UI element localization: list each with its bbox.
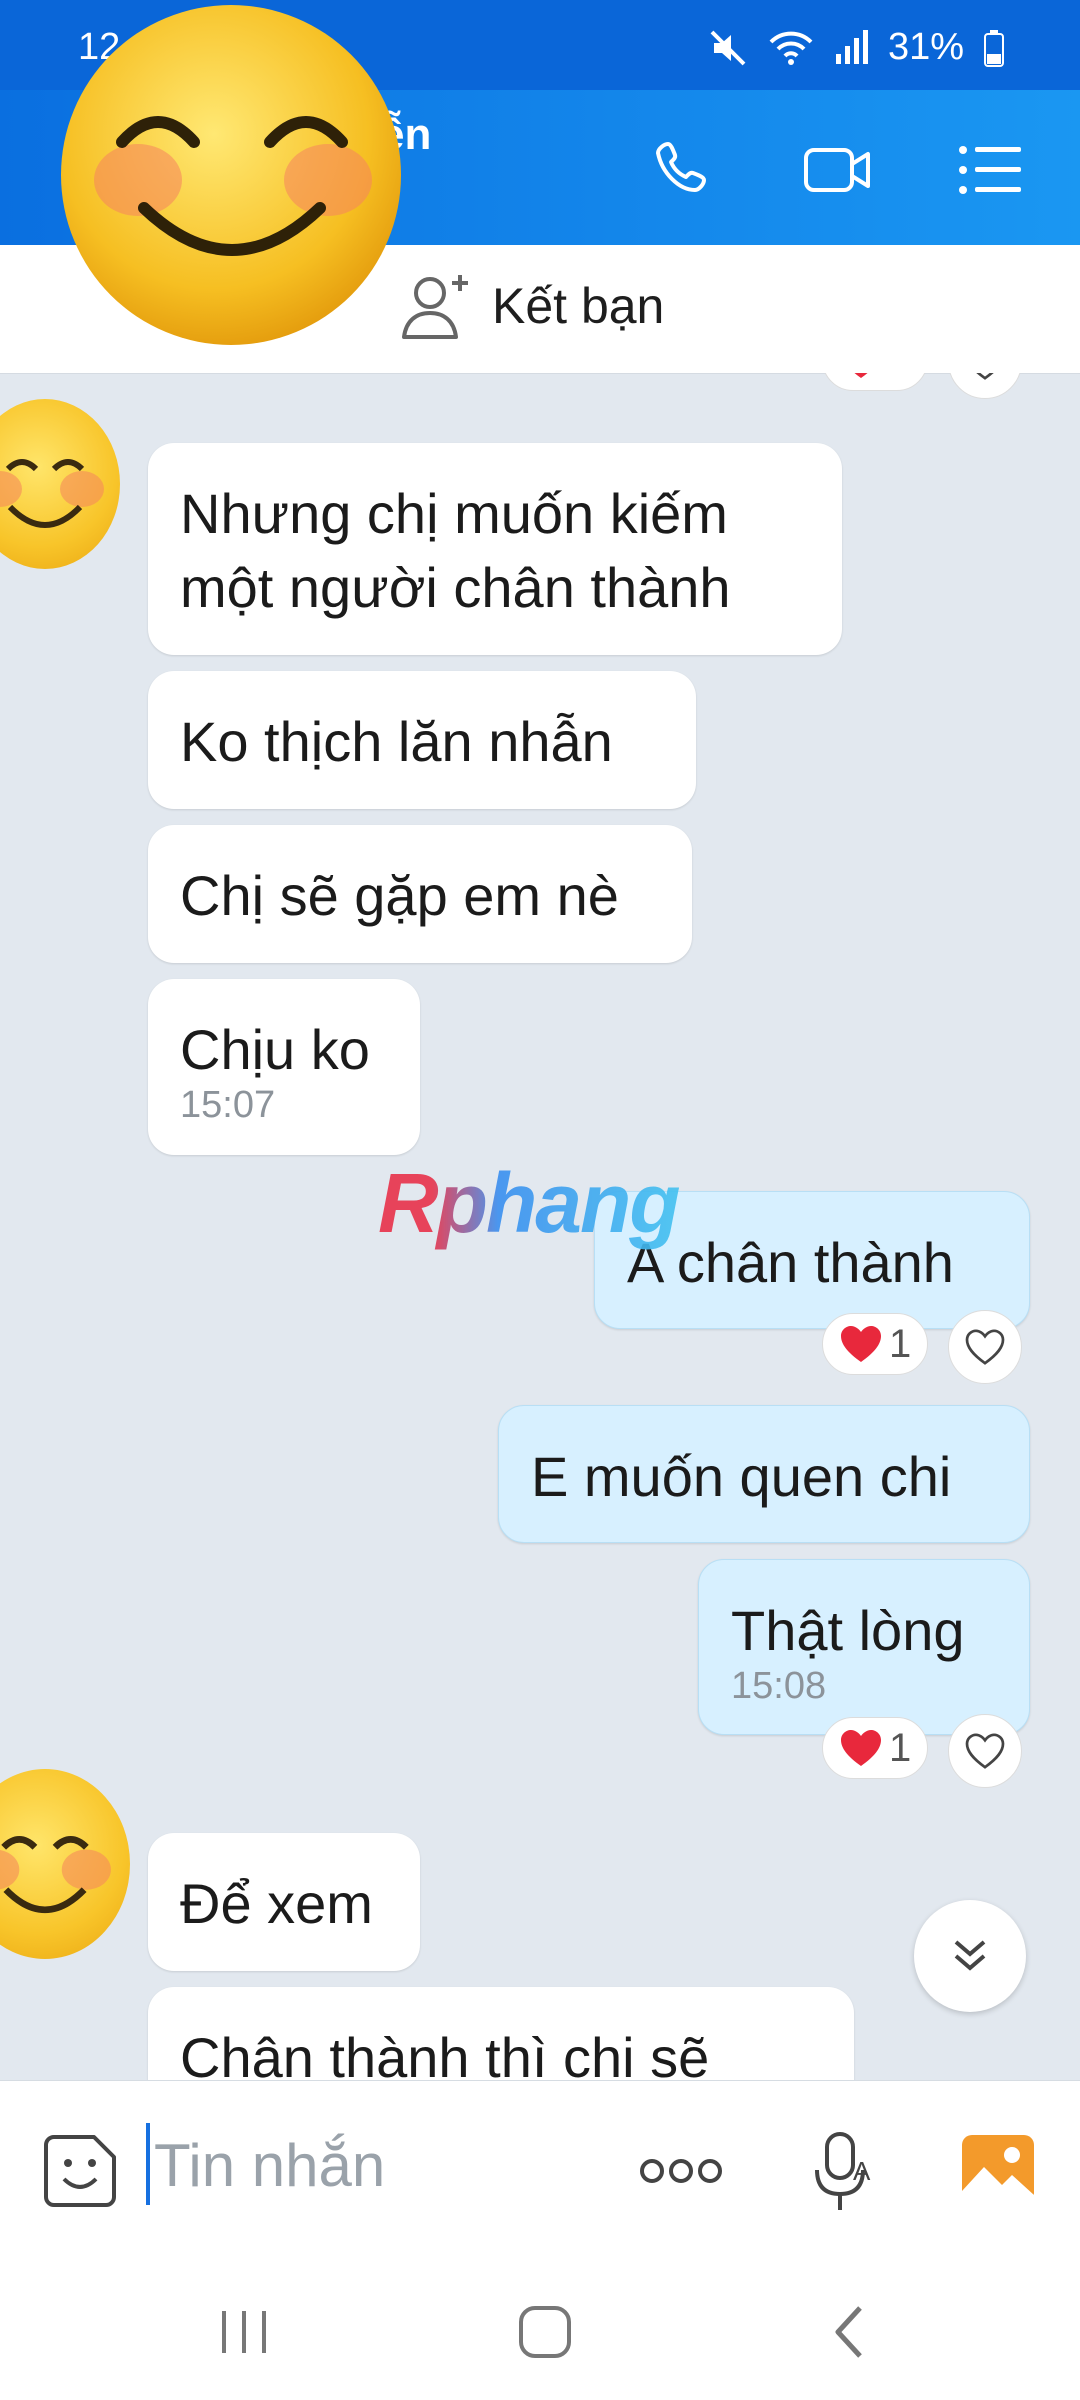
more-icon — [640, 2159, 722, 2183]
smiley-sticker-icon — [0, 1836, 111, 1914]
add-friend-label: Kết bạn — [492, 278, 665, 334]
voice-button[interactable]: A — [802, 2127, 882, 2217]
phone-icon — [656, 142, 706, 192]
scroll-down-button[interactable] — [914, 1900, 1026, 2012]
sticker-button[interactable] — [40, 2131, 120, 2211]
battery-icon — [984, 29, 1004, 67]
svg-text:A: A — [853, 2156, 871, 2186]
battery-percent: 31% — [887, 26, 964, 68]
heart-outline-icon — [965, 1733, 1005, 1769]
chat-area[interactable]: 1 Nhưng chị muốn kiếm một người chân thà… — [0, 373, 1080, 2080]
react-button[interactable] — [948, 1714, 1022, 1788]
watermark: Rphang — [378, 1156, 681, 1250]
heart-outline-icon — [976, 373, 994, 380]
message-bubble-outgoing[interactable]: E muốn quen chi — [498, 1405, 1030, 1543]
sticker-icon — [44, 2135, 116, 2207]
back-button[interactable] — [808, 2300, 888, 2364]
menu-button[interactable] — [952, 132, 1028, 208]
react-button[interactable] — [948, 1310, 1022, 1384]
contact-avatar[interactable] — [0, 1769, 130, 1959]
message-bubble-incoming[interactable]: Chị sẽ gặp em nè — [148, 825, 692, 963]
message-input-bar: A — [0, 2080, 1080, 2261]
image-button[interactable] — [958, 2129, 1038, 2209]
mute-icon — [710, 30, 746, 65]
privacy-emoji-sticker — [61, 5, 401, 345]
video-call-icon — [804, 148, 870, 192]
message-text: Chịu ko — [180, 1018, 370, 1081]
wifi-icon — [769, 31, 813, 65]
add-friend-button[interactable]: Kết bạn — [400, 271, 664, 341]
message-bubble-incoming[interactable]: Chân thành thì chi sẽ — [148, 1987, 854, 2080]
message-text: Thật lòng — [731, 1599, 965, 1662]
heart-icon — [841, 1730, 881, 1766]
status-icons: 31% — [708, 26, 1004, 69]
signal-icon — [835, 29, 868, 64]
system-nav-bar — [0, 2260, 1080, 2400]
message-bubble-incoming[interactable]: Ko thịch lăn nhẫn — [148, 671, 696, 809]
smiley-sticker-icon — [0, 459, 104, 528]
reaction-count[interactable]: 1 — [822, 1717, 929, 1779]
recent-apps-icon — [222, 2311, 266, 2353]
message-bubble-incoming[interactable]: Chịu ko 15:07 — [148, 979, 420, 1155]
reaction-count[interactable]: 1 — [822, 1313, 929, 1375]
contact-avatar[interactable] — [0, 399, 120, 569]
menu-list-icon — [959, 146, 1021, 194]
home-button[interactable] — [505, 2300, 585, 2364]
image-icon — [962, 2135, 1034, 2203]
text-caret — [146, 2123, 150, 2205]
message-bubble-outgoing[interactable]: Thật lòng 15:08 — [698, 1559, 1030, 1735]
heart-icon — [841, 1326, 881, 1362]
scroll-down-icon — [954, 1940, 986, 1971]
recent-apps-button[interactable] — [204, 2300, 284, 2364]
message-input[interactable] — [152, 2121, 576, 2209]
heart-icon — [854, 373, 868, 378]
home-icon — [519, 2306, 571, 2358]
message-time: 15:07 — [180, 1084, 276, 1126]
heart-outline-icon — [965, 1329, 1005, 1365]
more-button[interactable] — [636, 2141, 726, 2201]
reaction-count[interactable]: 1 — [822, 373, 929, 391]
message-bubble-incoming[interactable]: Nhưng chị muốn kiếm một người chân thành — [148, 443, 842, 655]
call-button[interactable] — [644, 132, 720, 208]
message-time: 15:08 — [731, 1665, 827, 1707]
message-bubble-incoming[interactable]: Để xem — [148, 1833, 420, 1971]
back-icon — [835, 2306, 862, 2358]
add-friend-icon — [402, 275, 468, 339]
react-button[interactable] — [948, 373, 1022, 399]
video-call-button[interactable] — [800, 132, 876, 208]
voice-icon: A — [815, 2132, 871, 2210]
